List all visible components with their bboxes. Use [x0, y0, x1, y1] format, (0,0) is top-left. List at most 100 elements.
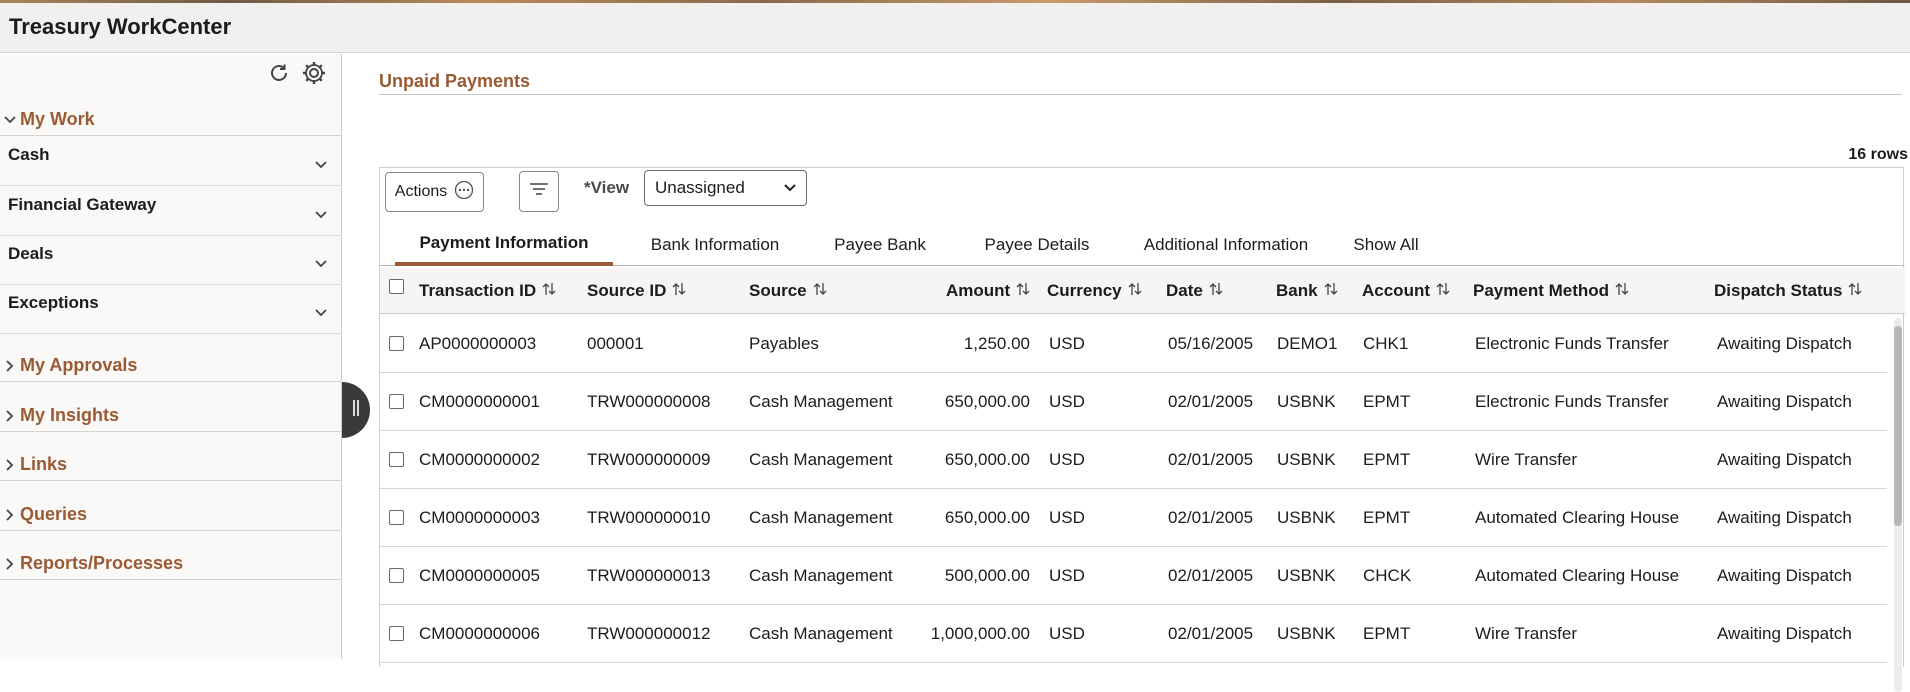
- more-options-icon: [454, 180, 474, 205]
- cell-dispatch-status: Awaiting Dispatch: [1717, 334, 1852, 353]
- cell-bank: DEMO1: [1277, 334, 1338, 353]
- tab-bank-information[interactable]: Bank Information: [630, 216, 800, 266]
- cell-bank: USBNK: [1277, 508, 1336, 527]
- scrollbar-thumb[interactable]: [1894, 326, 1902, 526]
- sort-icon: [812, 281, 828, 302]
- sort-icon: [1435, 281, 1451, 302]
- main-panel: Unpaid Payments 16 rows Actions *View Un…: [343, 54, 1910, 692]
- section-my-insights[interactable]: My Insights: [0, 400, 342, 432]
- column-header-payment-method[interactable]: Payment Method: [1473, 268, 1630, 314]
- cell-date: 02/01/2005: [1168, 450, 1254, 469]
- sidebar-item-label: Financial Gateway: [8, 195, 157, 214]
- column-header-account[interactable]: Account: [1362, 268, 1451, 314]
- row-checkbox[interactable]: [389, 568, 404, 583]
- cell-payment-method: Electronic Funds Transfer: [1475, 392, 1669, 411]
- gear-icon[interactable]: [301, 60, 327, 86]
- section-reports-processes[interactable]: Reports/Processes: [0, 548, 342, 580]
- column-header-source-id[interactable]: Source ID: [587, 268, 687, 314]
- row-checkbox[interactable]: [389, 510, 404, 525]
- cell-date: 05/16/2005: [1168, 334, 1254, 353]
- cell-transaction-id: CM0000000005: [419, 566, 540, 585]
- cell-source-id: TRW000000012: [587, 624, 711, 643]
- section-my-approvals[interactable]: My Approvals: [0, 350, 342, 382]
- cell-amount: 500,000.00: [944, 566, 1030, 585]
- sort-icon: [1614, 281, 1630, 302]
- tab-payment-information[interactable]: Payment Information: [395, 216, 613, 266]
- column-header-label: Source: [749, 281, 807, 300]
- tab-payee-details[interactable]: Payee Details: [958, 216, 1116, 266]
- panel-title: Unpaid Payments: [379, 71, 531, 91]
- cell-source-id: TRW000000008: [587, 392, 711, 411]
- chevron-right-icon: [0, 409, 20, 423]
- vertical-scrollbar[interactable]: [1894, 318, 1902, 692]
- row-checkbox[interactable]: [389, 452, 404, 467]
- column-header-date[interactable]: Date: [1166, 268, 1224, 314]
- sidebar-item-cash[interactable]: Cash: [0, 137, 342, 186]
- section-links[interactable]: Links: [0, 449, 342, 481]
- cell-currency: USD: [1049, 566, 1085, 585]
- cell-date: 02/01/2005: [1168, 624, 1254, 643]
- actions-label: Actions: [394, 183, 448, 200]
- cell-currency: USD: [1049, 392, 1085, 411]
- cell-transaction-id: AP0000000003: [419, 334, 537, 353]
- sidebar-item-exceptions[interactable]: Exceptions: [0, 285, 342, 334]
- view-select[interactable]: Unassigned: [644, 170, 807, 206]
- chevron-down-icon: [0, 115, 20, 125]
- table-row[interactable]: CM0000000001 TRW000000008 Cash Managemen…: [380, 373, 1887, 431]
- section-label: My Insights: [20, 405, 120, 425]
- cell-date: 02/01/2005: [1168, 508, 1254, 527]
- cell-amount: 1,000,000.00: [930, 624, 1030, 643]
- cell-bank: USBNK: [1277, 566, 1336, 585]
- section-queries[interactable]: Queries: [0, 499, 342, 531]
- actions-button[interactable]: Actions: [385, 172, 484, 212]
- column-header-currency[interactable]: Currency: [1047, 268, 1143, 314]
- table-row[interactable]: CM0000000006 TRW000000012 Cash Managemen…: [380, 605, 1887, 663]
- cell-account: CHK1: [1363, 334, 1409, 353]
- cell-source: Cash Management: [749, 566, 893, 585]
- column-header-amount[interactable]: Amount: [946, 268, 1031, 314]
- table-row[interactable]: CM0000000003 TRW000000010 Cash Managemen…: [380, 489, 1887, 547]
- cell-currency: USD: [1049, 450, 1085, 469]
- cell-transaction-id: CM0000000006: [419, 624, 540, 643]
- sort-icon: [1127, 281, 1143, 302]
- table-row[interactable]: CM0000000002 TRW000000009 Cash Managemen…: [380, 431, 1887, 489]
- row-checkbox[interactable]: [389, 336, 404, 351]
- table-row[interactable]: AP0000000003 000001 Payables 1,250.00 US…: [380, 315, 1887, 373]
- sidebar-item-label: Exceptions: [8, 293, 99, 312]
- tab-payee-bank[interactable]: Payee Bank: [812, 216, 948, 266]
- refresh-icon[interactable]: [267, 61, 291, 85]
- table-row[interactable]: CM0000000005 TRW000000013 Cash Managemen…: [380, 547, 1887, 605]
- cell-date: 02/01/2005: [1168, 566, 1254, 585]
- chevron-down-icon: [783, 178, 797, 198]
- sort-icon: [541, 281, 557, 302]
- cell-transaction-id: CM0000000001: [419, 392, 540, 411]
- column-header-transaction-id[interactable]: Transaction ID: [419, 268, 557, 314]
- column-header-label: Source ID: [587, 281, 667, 300]
- cell-dispatch-status: Awaiting Dispatch: [1717, 508, 1852, 527]
- column-header-bank[interactable]: Bank: [1276, 268, 1339, 314]
- cell-payment-method: Electronic Funds Transfer: [1475, 334, 1669, 353]
- cell-payment-method: Wire Transfer: [1475, 624, 1578, 643]
- tab-additional-information[interactable]: Additional Information: [1126, 216, 1326, 266]
- cell-bank: USBNK: [1277, 624, 1336, 643]
- sidebar-tools: [267, 60, 327, 86]
- sidebar-item-deals[interactable]: Deals: [0, 236, 342, 285]
- row-checkbox[interactable]: [389, 394, 404, 409]
- column-header-source[interactable]: Source: [749, 268, 828, 314]
- row-checkbox[interactable]: [389, 626, 404, 641]
- column-header-label: Bank: [1276, 281, 1318, 300]
- sidebar-item-financial-gateway[interactable]: Financial Gateway: [0, 187, 342, 236]
- grid-toolbar: Actions *View Unassigned: [380, 168, 1903, 216]
- section-my-work[interactable]: My Work: [0, 104, 342, 136]
- cell-bank: USBNK: [1277, 392, 1336, 411]
- tab-show-all[interactable]: Show All: [1336, 216, 1436, 266]
- filter-button[interactable]: [519, 171, 559, 212]
- cell-bank: USBNK: [1277, 450, 1336, 469]
- column-header-dispatch-status[interactable]: Dispatch Status: [1714, 268, 1863, 314]
- cell-payment-method: Wire Transfer: [1475, 450, 1578, 469]
- payments-grid: Actions *View Unassigned Payment Informa…: [379, 167, 1905, 692]
- row-count: 16 rows: [1848, 146, 1908, 163]
- cell-transaction-id: CM0000000002: [419, 450, 540, 469]
- cell-transaction-id: CM0000000003: [419, 508, 540, 527]
- select-all-checkbox[interactable]: [389, 279, 404, 294]
